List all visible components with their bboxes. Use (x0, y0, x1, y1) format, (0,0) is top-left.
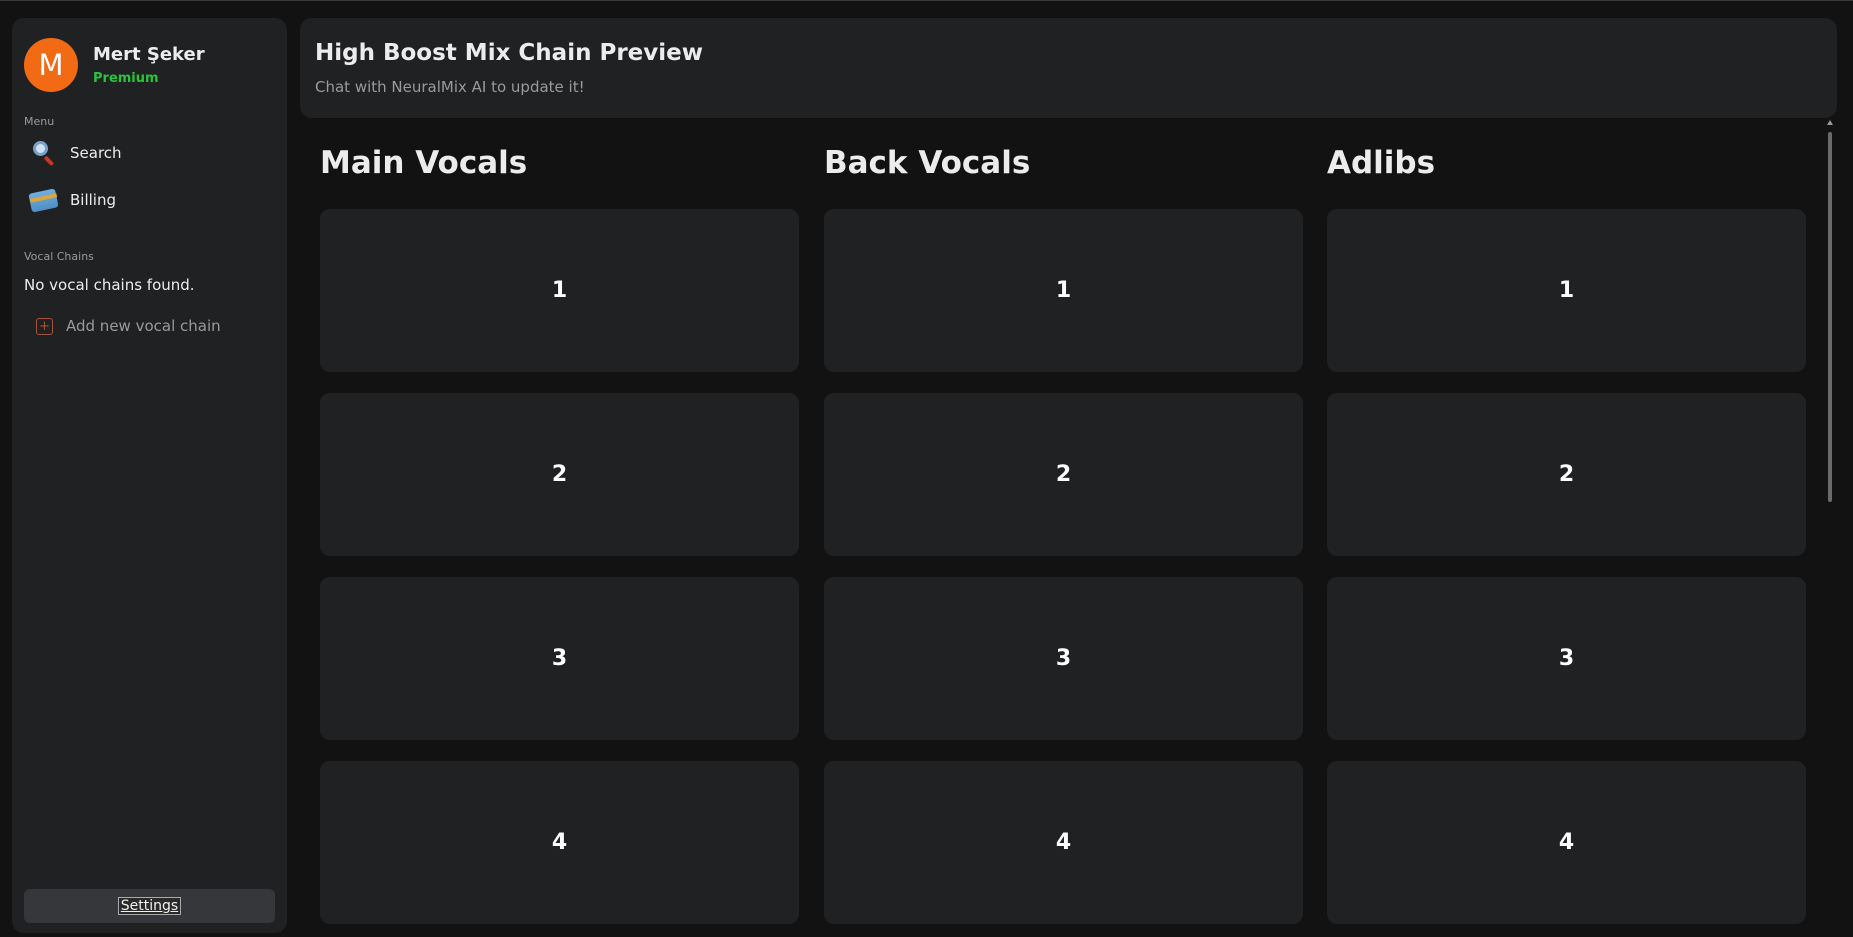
plan-badge: Premium (93, 71, 159, 86)
settings-button[interactable]: Settings (24, 889, 275, 923)
settings-label: Settings (117, 897, 182, 915)
slot-number: 2 (551, 462, 568, 487)
add-vocal-chain-label: Add new vocal chain (66, 317, 221, 335)
sidebar-item-label: Billing (70, 191, 116, 209)
slot-number: 4 (1055, 830, 1072, 855)
avatar[interactable]: M (24, 38, 78, 92)
plus-icon: + (36, 317, 53, 335)
column-back-vocals: Back Vocals 1 2 3 4 (824, 140, 1303, 924)
menu-section-label: Menu (24, 115, 55, 128)
chain-header: High Boost Mix Chain Preview Chat with N… (300, 18, 1837, 118)
column-adlibs: Adlibs 1 2 3 4 (1327, 140, 1806, 924)
plugin-slot[interactable]: 4 (320, 761, 799, 924)
add-vocal-chain-button[interactable]: + Add new vocal chain (36, 317, 221, 335)
plugin-slot[interactable]: 3 (1327, 577, 1806, 740)
slot-number: 3 (1055, 646, 1072, 671)
scrollbar[interactable] (1826, 120, 1834, 937)
plugin-slot[interactable]: 4 (1327, 761, 1806, 924)
plugin-slot[interactable]: 2 (1327, 393, 1806, 556)
profile-text: Mert Şeker Premium (93, 44, 205, 86)
page-title: High Boost Mix Chain Preview (315, 40, 703, 66)
scroll-up-arrow-icon[interactable] (1827, 120, 1833, 125)
sidebar-item-label: Search (70, 144, 122, 162)
empty-chains-message: No vocal chains found. (24, 276, 195, 294)
plugin-slot[interactable]: 2 (320, 393, 799, 556)
slot-number: 2 (1558, 462, 1575, 487)
plugin-slot[interactable]: 4 (824, 761, 1303, 924)
vocal-chains-section-label: Vocal Chains (24, 250, 94, 263)
slot-number: 2 (1055, 462, 1072, 487)
column-title: Back Vocals (824, 145, 1031, 181)
column-title: Adlibs (1327, 145, 1436, 181)
slot-number: 1 (1558, 278, 1575, 303)
plugin-slot[interactable]: 3 (824, 577, 1303, 740)
plugin-slot[interactable]: 1 (320, 209, 799, 372)
plugin-slot[interactable]: 2 (824, 393, 1303, 556)
plugin-slot[interactable]: 1 (824, 209, 1303, 372)
credit-card-icon (28, 186, 59, 214)
page-subtitle: Chat with NeuralMix AI to update it! (315, 78, 585, 96)
user-name: Mert Şeker (93, 44, 205, 65)
scrollbar-thumb[interactable] (1828, 132, 1832, 502)
window-top-border (0, 0, 1853, 1)
column-main-vocals: Main Vocals 1 2 3 4 (320, 140, 799, 924)
user-profile[interactable]: M Mert Şeker Premium (24, 38, 205, 92)
slot-number: 3 (551, 646, 568, 671)
column-title: Main Vocals (320, 145, 528, 181)
slot-number: 3 (1558, 646, 1575, 671)
slot-number: 4 (1558, 830, 1575, 855)
plugin-slot[interactable]: 1 (1327, 209, 1806, 372)
slot-number: 4 (551, 830, 568, 855)
slot-number: 1 (1055, 278, 1072, 303)
sidebar-item-search[interactable]: Search (30, 139, 122, 167)
sidebar: M Mert Şeker Premium Menu Search Billing… (12, 18, 287, 933)
plugin-slot[interactable]: 3 (320, 577, 799, 740)
slot-number: 1 (551, 278, 568, 303)
search-icon (30, 139, 58, 167)
sidebar-item-billing[interactable]: Billing (28, 186, 116, 214)
